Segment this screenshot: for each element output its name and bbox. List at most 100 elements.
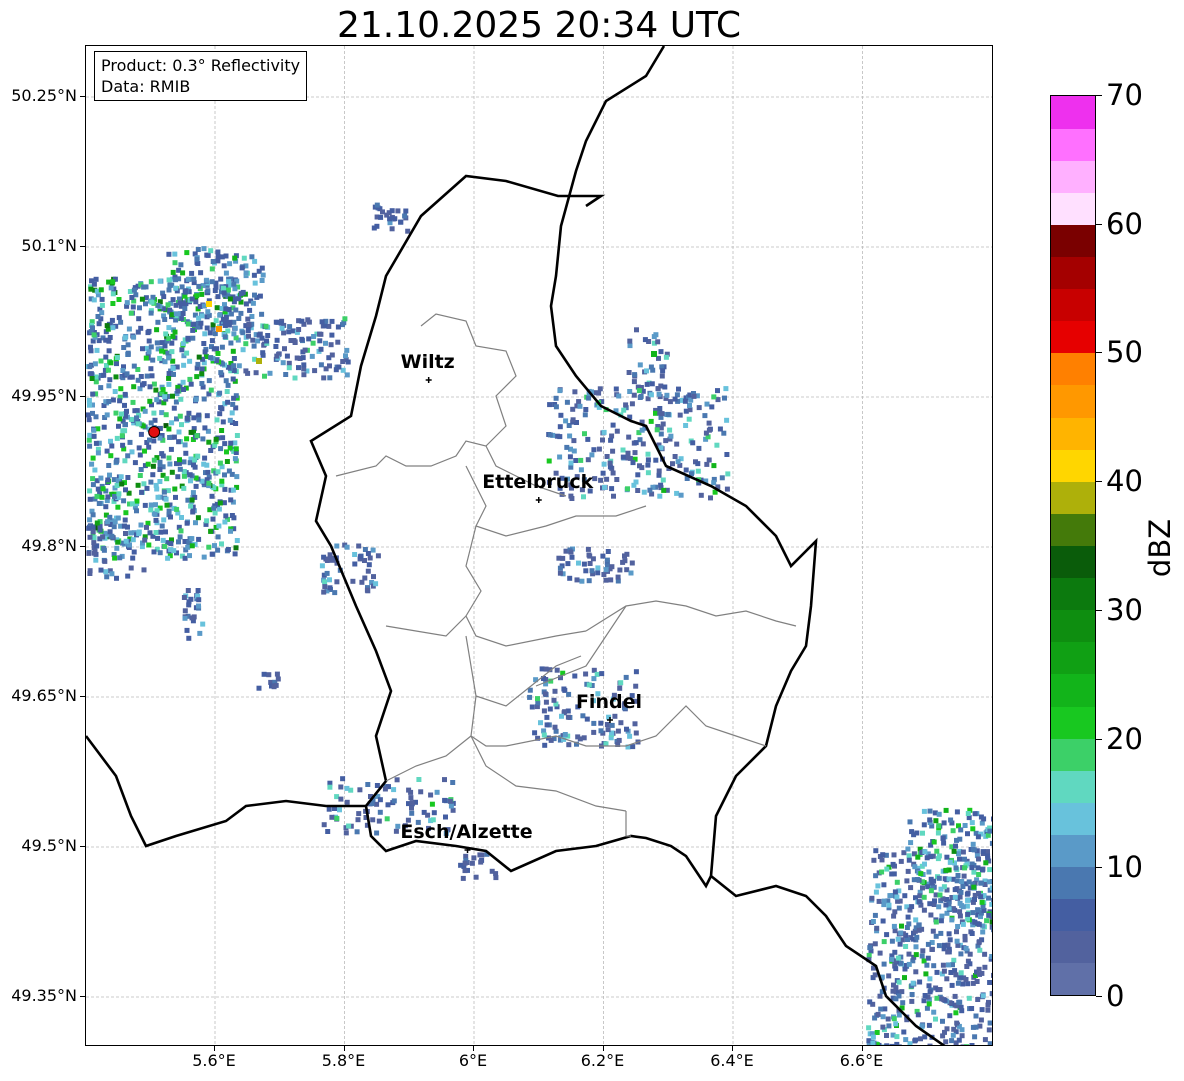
echo-cell [546, 458, 552, 464]
echo-cell [891, 852, 897, 858]
echo-cell [194, 293, 200, 299]
echo-cell [284, 353, 290, 359]
echo-cell [204, 325, 210, 331]
echo-cell [933, 1016, 938, 1022]
echo-cell [137, 473, 143, 478]
echo-cell [469, 860, 475, 866]
echo-cell [134, 498, 140, 504]
echo-cell [190, 327, 196, 333]
echo-cell [86, 397, 92, 403]
echo-cell [155, 535, 160, 541]
echo-cell [215, 294, 221, 300]
lon-tick [473, 1046, 474, 1051]
echo-cell [163, 331, 169, 337]
echo-cell [375, 553, 381, 559]
echo-cell [321, 589, 327, 595]
echo-cell [964, 891, 970, 897]
echo-cell [181, 459, 187, 465]
echo-cell [595, 570, 601, 576]
echo-cell [909, 904, 915, 910]
radar-site-marker [148, 426, 161, 438]
echo-cell [392, 216, 398, 222]
echo-cell [122, 402, 127, 408]
echo-cell [173, 277, 178, 283]
echo-cell [260, 272, 266, 278]
echo-cell [921, 808, 927, 814]
echo-cell [240, 330, 246, 336]
echo-cell [926, 869, 932, 875]
echo-cell [969, 931, 975, 936]
echo-cell [371, 574, 376, 580]
echo-cell [541, 708, 547, 714]
echo-cell [980, 867, 985, 873]
echo-cell [148, 344, 154, 350]
echo-cell [234, 538, 240, 543]
echo-cell [943, 902, 949, 908]
echo-cell [971, 884, 977, 890]
echo-cell [267, 370, 273, 376]
echo-cell [227, 319, 233, 325]
echo-cell [127, 439, 133, 445]
lat-tick-label: 49.8°N [21, 536, 77, 555]
echo-cell [884, 1043, 890, 1045]
echo-cell [366, 562, 372, 568]
echo-cell [918, 871, 924, 877]
colorbar-segment [1051, 224, 1095, 258]
echo-cell [963, 945, 969, 951]
echo-cell [890, 988, 896, 994]
echo-cell [273, 319, 279, 325]
echo-cell [130, 304, 136, 310]
echo-cell [450, 807, 456, 813]
echo-cell [259, 335, 265, 341]
echo-cell [403, 208, 409, 214]
echo-cell [91, 550, 97, 556]
echo-cell [175, 388, 181, 394]
echo-cell [970, 910, 976, 916]
echo-cell [357, 787, 363, 793]
echo-cell [572, 389, 578, 395]
echo-cell [184, 520, 190, 526]
lat-tick-label: 49.65°N [11, 686, 77, 705]
echo-cell [632, 450, 638, 456]
echo-cell [163, 496, 169, 502]
echo-cell [958, 889, 964, 895]
echo-cell [147, 398, 153, 404]
echo-cell [970, 826, 976, 832]
echo-cell [621, 407, 627, 413]
echo-cell [974, 979, 980, 984]
echo-cell [108, 360, 114, 366]
echo-cell [964, 1044, 970, 1045]
echo-cell [225, 382, 231, 388]
echo-cell [233, 421, 239, 426]
echo-cell [991, 927, 992, 933]
echo-cell [356, 811, 362, 817]
echo-cell [961, 873, 967, 879]
echo-cell [195, 515, 201, 521]
echo-cell [323, 366, 329, 372]
echo-cell [409, 805, 414, 811]
echo-cell [245, 328, 251, 333]
radar-map[interactable] [85, 45, 993, 1046]
echo-cell [112, 389, 118, 394]
echo-cell [616, 393, 622, 399]
echo-cell [905, 914, 911, 920]
echo-cell [902, 975, 907, 981]
echo-cell [936, 904, 942, 910]
echo-cell [134, 415, 139, 421]
echo-cell [909, 829, 915, 835]
echo-cell [201, 341, 207, 346]
echo-cell [166, 371, 172, 376]
echo-cell [942, 942, 947, 948]
echo-cell [90, 455, 96, 461]
echo-cell [243, 270, 249, 276]
echo-cell [982, 951, 988, 957]
echo-cell [678, 492, 684, 498]
echo-cell [292, 375, 298, 381]
echo-cell [219, 478, 225, 484]
echo-cell [233, 307, 239, 313]
echo-cell [171, 371, 176, 377]
echo-cell [176, 539, 181, 545]
echo-cell [98, 475, 104, 481]
echo-cell [954, 809, 960, 815]
echo-cell [107, 529, 113, 535]
